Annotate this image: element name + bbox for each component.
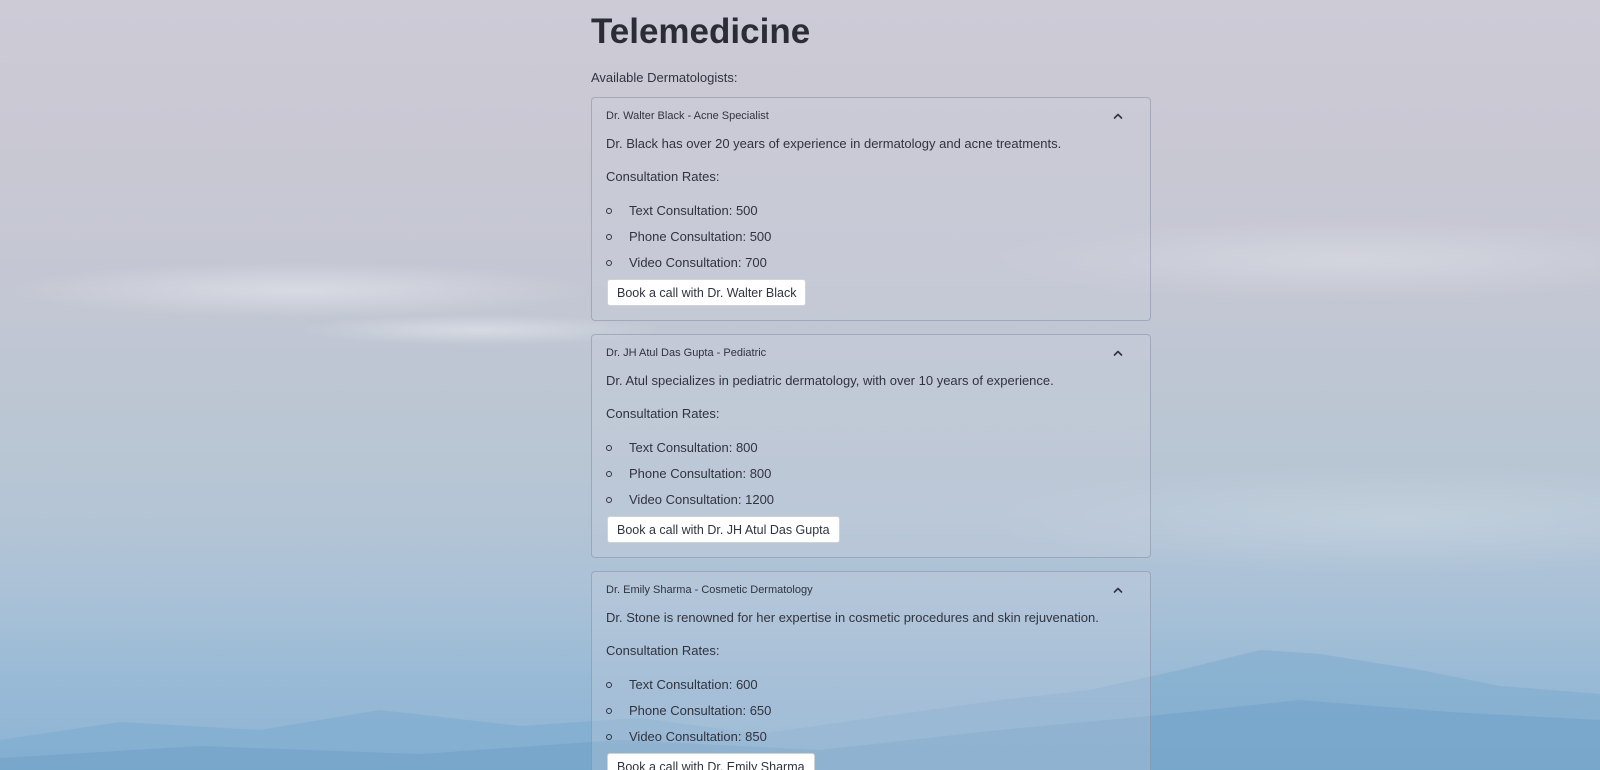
rate-item: Video Consultation: 850 xyxy=(606,727,1136,747)
expander-title: Dr. Emily Sharma - Cosmetic Dermatology xyxy=(606,584,813,596)
circle-bullet-icon xyxy=(606,260,612,266)
circle-bullet-icon xyxy=(606,445,612,451)
doctor-bio: Dr. Stone is renowned for her expertise … xyxy=(606,610,1099,625)
book-call-button[interactable]: Book a call with Dr. Walter Black xyxy=(607,279,807,306)
chevron-up-icon[interactable] xyxy=(1112,584,1124,596)
rates-list: Text Consultation: 500 Phone Consultatio… xyxy=(606,201,1136,273)
chevron-up-icon[interactable] xyxy=(1112,110,1124,122)
rate-item: Video Consultation: 1200 xyxy=(606,490,1136,510)
circle-bullet-icon xyxy=(606,734,612,740)
circle-bullet-icon xyxy=(606,208,612,214)
chevron-up-icon[interactable] xyxy=(1112,347,1124,359)
expander-header[interactable]: Dr. Walter Black - Acne Specialist xyxy=(606,98,1136,134)
main-content: Telemedicine Available Dermatologists: D… xyxy=(591,0,1151,770)
rate-item: Text Consultation: 800 xyxy=(606,438,1136,458)
circle-bullet-icon xyxy=(606,234,612,240)
book-call-button[interactable]: Book a call with Dr. JH Atul Das Gupta xyxy=(607,516,840,543)
circle-bullet-icon xyxy=(606,471,612,477)
rate-item: Phone Consultation: 800 xyxy=(606,464,1136,484)
expander-title: Dr. Walter Black - Acne Specialist xyxy=(606,110,769,122)
expander-title: Dr. JH Atul Das Gupta - Pediatric xyxy=(606,347,767,359)
rate-item: Text Consultation: 600 xyxy=(606,675,1136,695)
circle-bullet-icon xyxy=(606,682,612,688)
rates-label: Consultation Rates: xyxy=(606,643,720,658)
expander-header[interactable]: Dr. Emily Sharma - Cosmetic Dermatology xyxy=(606,572,1136,608)
expander-header[interactable]: Dr. JH Atul Das Gupta - Pediatric xyxy=(606,335,1136,371)
rate-item: Text Consultation: 500 xyxy=(606,201,1136,221)
doctor-bio: Dr. Black has over 20 years of experienc… xyxy=(606,136,1062,151)
intro-text: Available Dermatologists: xyxy=(591,70,738,85)
doctor-expander: Dr. Walter Black - Acne Specialist Dr. B… xyxy=(591,97,1151,321)
rates-label: Consultation Rates: xyxy=(606,169,720,184)
page-title: Telemedicine xyxy=(591,12,811,51)
circle-bullet-icon xyxy=(606,708,612,714)
doctor-expander: Dr. Emily Sharma - Cosmetic Dermatology … xyxy=(591,571,1151,770)
rates-list: Text Consultation: 600 Phone Consultatio… xyxy=(606,675,1136,747)
rates-label: Consultation Rates: xyxy=(606,406,720,421)
rate-item: Phone Consultation: 500 xyxy=(606,227,1136,247)
rate-item: Video Consultation: 700 xyxy=(606,253,1136,273)
doctor-expander: Dr. JH Atul Das Gupta - Pediatric Dr. At… xyxy=(591,334,1151,558)
doctor-bio: Dr. Atul specializes in pediatric dermat… xyxy=(606,373,1054,388)
rate-item: Phone Consultation: 650 xyxy=(606,701,1136,721)
rates-list: Text Consultation: 800 Phone Consultatio… xyxy=(606,438,1136,510)
circle-bullet-icon xyxy=(606,497,612,503)
book-call-button[interactable]: Book a call with Dr. Emily Sharma xyxy=(607,753,815,770)
